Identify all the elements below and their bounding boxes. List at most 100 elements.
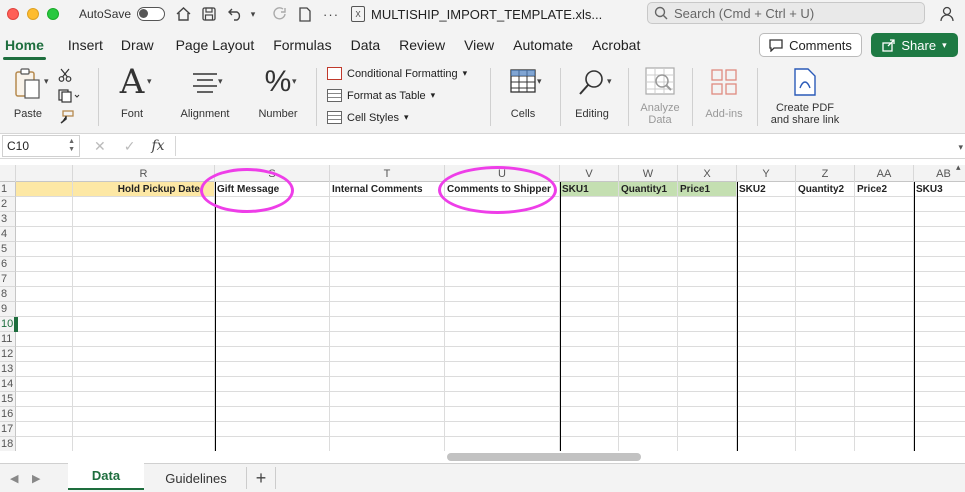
cell[interactable] [445, 362, 560, 377]
cell[interactable] [16, 302, 73, 317]
tab-insert[interactable]: Insert [60, 28, 111, 62]
zoom-window-button[interactable] [47, 8, 59, 20]
cell[interactable] [855, 212, 914, 227]
header-cell-r[interactable]: Hold Pickup Date [73, 182, 215, 197]
row-header-9[interactable]: 9 [0, 302, 16, 317]
cell[interactable] [215, 377, 330, 392]
cell[interactable] [678, 392, 737, 407]
cell[interactable] [445, 422, 560, 437]
expand-formula-bar-chevron-down-icon[interactable]: ▾ [958, 142, 963, 153]
cell[interactable] [796, 332, 855, 347]
cell[interactable] [330, 362, 445, 377]
cell[interactable] [619, 197, 678, 212]
cell[interactable] [445, 197, 560, 212]
cell[interactable] [796, 242, 855, 257]
row-header-15[interactable]: 15 [0, 392, 16, 407]
cell[interactable] [445, 317, 560, 332]
cell[interactable] [330, 242, 445, 257]
tab-view[interactable]: View [456, 28, 502, 62]
cell[interactable] [330, 437, 445, 451]
cell[interactable] [16, 317, 73, 332]
cell[interactable] [73, 197, 215, 212]
header-cell-ab[interactable]: SKU3 [914, 182, 965, 197]
cell[interactable] [560, 257, 619, 272]
cell[interactable] [796, 197, 855, 212]
cell[interactable] [73, 407, 215, 422]
cell[interactable] [73, 422, 215, 437]
cell[interactable] [445, 437, 560, 451]
cell[interactable] [678, 257, 737, 272]
cell[interactable] [215, 332, 330, 347]
row-header-2[interactable]: 2 [0, 197, 16, 212]
cell[interactable] [16, 212, 73, 227]
cell[interactable] [914, 227, 965, 242]
cell[interactable] [737, 422, 796, 437]
cell[interactable] [73, 272, 215, 287]
cell[interactable] [796, 272, 855, 287]
autosave-toggle[interactable] [137, 7, 166, 21]
row-header-4[interactable]: 4 [0, 227, 16, 242]
cell[interactable] [560, 272, 619, 287]
cell[interactable] [855, 302, 914, 317]
cell[interactable] [445, 332, 560, 347]
cell[interactable] [445, 347, 560, 362]
cell[interactable] [619, 347, 678, 362]
cell[interactable] [796, 347, 855, 362]
cell[interactable] [215, 392, 330, 407]
cell[interactable] [619, 377, 678, 392]
cell[interactable] [678, 437, 737, 451]
cell[interactable] [619, 317, 678, 332]
name-box-stepper-icon[interactable]: ▲ ▼ [68, 138, 75, 154]
cell[interactable] [619, 362, 678, 377]
header-cell-u[interactable]: Comments to Shipper [445, 182, 560, 197]
cell[interactable] [796, 227, 855, 242]
redo-icon[interactable] [271, 6, 287, 22]
cell[interactable] [737, 437, 796, 451]
cell[interactable] [445, 377, 560, 392]
home-icon[interactable] [175, 6, 191, 22]
cell[interactable] [737, 362, 796, 377]
scroll-up-chevron-icon[interactable]: ▴ [956, 162, 961, 173]
header-cell-x[interactable]: Price1 [678, 182, 737, 197]
cell[interactable] [619, 227, 678, 242]
cell[interactable] [330, 407, 445, 422]
cell[interactable] [330, 197, 445, 212]
cell[interactable] [678, 377, 737, 392]
cell[interactable] [330, 227, 445, 242]
cell[interactable] [678, 362, 737, 377]
cell[interactable] [678, 197, 737, 212]
cell[interactable] [796, 317, 855, 332]
row-header-14[interactable]: 14 [0, 377, 16, 392]
row-header-8[interactable]: 8 [0, 287, 16, 302]
cell[interactable] [215, 422, 330, 437]
cell[interactable] [16, 287, 73, 302]
tab-draw[interactable]: Draw [113, 28, 162, 62]
cell[interactable] [16, 272, 73, 287]
cell[interactable] [560, 317, 619, 332]
cell[interactable] [330, 212, 445, 227]
cell[interactable] [678, 272, 737, 287]
cell[interactable] [737, 257, 796, 272]
cell[interactable] [445, 302, 560, 317]
cell[interactable] [619, 437, 678, 451]
cell[interactable] [855, 362, 914, 377]
share-button[interactable]: Share ▾ [871, 33, 958, 57]
account-icon[interactable] [940, 6, 956, 22]
cells-chevron-down-icon[interactable]: ▾ [537, 76, 542, 87]
cell[interactable] [560, 347, 619, 362]
cell[interactable] [445, 227, 560, 242]
cell[interactable] [215, 257, 330, 272]
cell[interactable] [73, 317, 215, 332]
cell[interactable] [73, 302, 215, 317]
cell[interactable] [73, 287, 215, 302]
tab-home[interactable]: Home [0, 28, 52, 62]
cell[interactable] [619, 272, 678, 287]
cell[interactable] [855, 437, 914, 451]
analyze-data-button[interactable]: Analyze Data [634, 62, 686, 134]
cell[interactable] [215, 287, 330, 302]
cell[interactable] [737, 227, 796, 242]
cell[interactable] [855, 317, 914, 332]
cell[interactable] [560, 332, 619, 347]
cell[interactable] [445, 242, 560, 257]
cell[interactable] [678, 347, 737, 362]
